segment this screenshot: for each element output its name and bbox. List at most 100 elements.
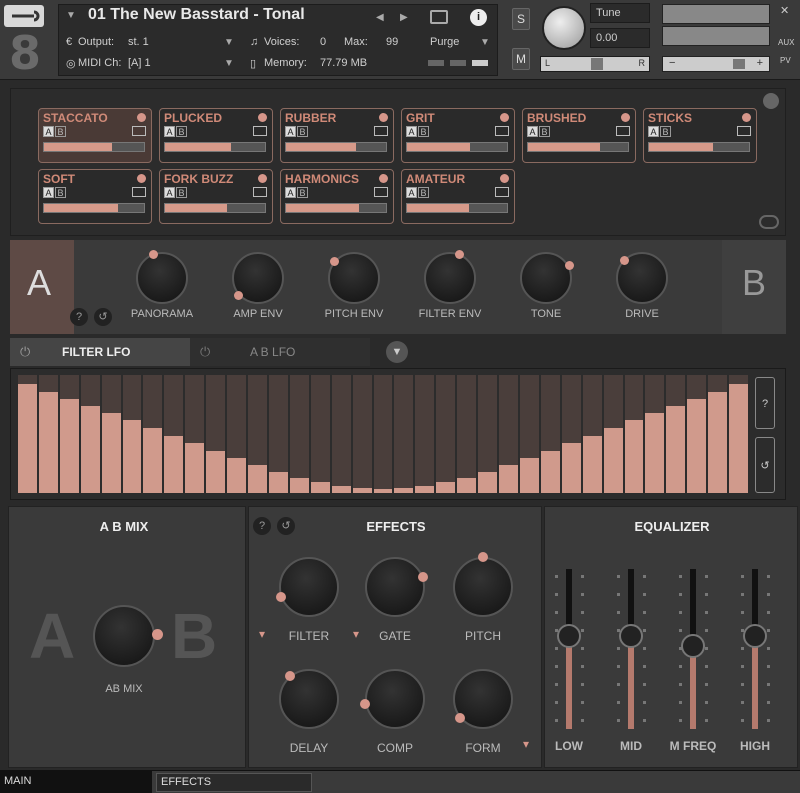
lfo-step-editor[interactable]: ? ↺ [10, 368, 786, 500]
eq-fader-low[interactable] [566, 569, 572, 729]
articulation-ab-selector[interactable]: AB [164, 187, 188, 198]
articulation-volume-slider[interactable] [43, 203, 145, 213]
power-icon[interactable]: ⏻ [20, 344, 30, 360]
solo-button[interactable]: S [512, 8, 530, 30]
tune-value-box[interactable]: 0.00 [590, 28, 650, 48]
layer-b-toggle[interactable]: B [418, 126, 429, 137]
articulation-volume-slider[interactable] [527, 142, 629, 152]
articulation-amateur[interactable]: AMATEUR A B [401, 169, 515, 224]
keyboard-icon[interactable] [495, 126, 509, 136]
eq-fader-handle[interactable] [557, 624, 581, 649]
articulation-harmonics[interactable]: HARMONICS A B [280, 169, 394, 224]
lfo-step[interactable] [666, 405, 686, 493]
eq-fader-mid[interactable] [628, 569, 634, 729]
volume-handle[interactable] [733, 59, 745, 69]
effects-knob-filter[interactable] [279, 557, 339, 617]
gear-icon[interactable] [763, 93, 779, 109]
aux-button[interactable]: AUX [778, 38, 794, 47]
layer-a-toggle[interactable]: A [527, 126, 538, 137]
lfo-step-track[interactable] [373, 375, 393, 493]
keyboard-icon[interactable] [374, 126, 388, 136]
chevron-down-icon[interactable]: ▾ [353, 627, 359, 641]
articulation-fork-buzz[interactable]: FORK BUZZ A B [159, 169, 273, 224]
lfo-step-track[interactable] [310, 375, 330, 493]
lfo-step[interactable] [624, 419, 644, 493]
lfo-step[interactable] [101, 412, 121, 493]
layer-a-toggle[interactable]: A [43, 126, 54, 137]
layer-a-toggle[interactable]: A [43, 187, 54, 198]
lfo-step[interactable] [331, 485, 351, 493]
knob-tone[interactable] [520, 252, 572, 304]
keyboard-icon[interactable] [737, 126, 751, 136]
layer-b-toggle[interactable]: B [539, 126, 550, 137]
tune-knob[interactable] [542, 6, 586, 50]
layer-b-toggle[interactable]: B [660, 126, 671, 137]
tab-ab-lfo[interactable]: ⏻ A B LFO [190, 338, 370, 366]
lfo-step[interactable] [38, 391, 58, 493]
articulation-volume-slider[interactable] [43, 142, 145, 152]
lfo-step[interactable] [499, 464, 518, 493]
effects-knob-gate[interactable] [365, 557, 425, 617]
keyboard-icon[interactable] [253, 187, 267, 197]
keyboard-icon[interactable] [253, 126, 267, 136]
effects-reset-icon[interactable]: ↺ [277, 517, 295, 535]
lfo-step[interactable] [289, 477, 309, 493]
effects-help-icon[interactable]: ? [253, 517, 271, 535]
pan-slider[interactable]: L R [540, 56, 650, 72]
lfo-step[interactable] [436, 482, 456, 493]
articulation-ab-selector[interactable]: AB [406, 126, 430, 137]
purge-button[interactable]: Purge [430, 36, 459, 48]
articulation-staccato[interactable]: STACCATO A B [38, 108, 152, 163]
articulation-volume-slider[interactable] [285, 203, 387, 213]
articulation-toggle[interactable] [137, 174, 146, 183]
purge-dropdown-icon[interactable]: ▼ [480, 37, 490, 48]
lfo-step[interactable] [729, 384, 748, 493]
lfo-step[interactable] [708, 391, 728, 493]
output-dropdown-icon[interactable]: ▼ [224, 37, 234, 48]
plus-icon[interactable]: + [757, 57, 763, 69]
lfo-step[interactable] [143, 428, 163, 493]
tab-filter-lfo[interactable]: ⏻ FILTER LFO [10, 338, 190, 366]
lfo-step[interactable] [687, 398, 707, 493]
instrument-title[interactable]: 01 The New Basstard - Tonal [88, 6, 305, 24]
chevron-down-icon[interactable]: ▾ [259, 627, 265, 641]
articulation-grit[interactable]: GRIT A B [401, 108, 515, 163]
articulation-toggle[interactable] [379, 174, 388, 183]
articulation-toggle[interactable] [258, 113, 267, 122]
articulation-toggle[interactable] [500, 174, 509, 183]
lfo-step[interactable] [603, 428, 623, 493]
layer-b-toggle[interactable]: B [176, 187, 187, 198]
chevron-down-icon[interactable]: ▼ [386, 341, 408, 363]
lfo-step[interactable] [268, 471, 288, 493]
lfo-step[interactable] [227, 457, 247, 493]
lfo-step[interactable] [457, 477, 477, 493]
articulation-ab-selector[interactable]: AB [648, 126, 672, 137]
layer-b-toggle[interactable]: B [176, 126, 187, 137]
midi-channel-value[interactable]: [A] 1 [128, 57, 151, 69]
prev-instrument-icon[interactable]: ◀ [376, 12, 384, 23]
layer-a-toggle[interactable]: A [164, 187, 175, 198]
eq-fader-handle[interactable] [619, 624, 643, 649]
articulation-toggle[interactable] [621, 113, 630, 122]
articulation-ab-selector[interactable]: AB [527, 126, 551, 137]
layer-b-toggle[interactable]: B [297, 126, 308, 137]
articulation-ab-selector[interactable]: AB [43, 126, 67, 137]
mute-button[interactable]: M [512, 48, 530, 70]
articulation-volume-slider[interactable] [648, 142, 750, 152]
layer-b-toggle[interactable]: B [55, 187, 66, 198]
output-value[interactable]: st. 1 [128, 36, 149, 48]
lfo-step[interactable] [540, 450, 560, 493]
lfo-steps[interactable] [17, 375, 749, 493]
layer-a-button[interactable]: A [10, 240, 74, 334]
lfo-step[interactable] [248, 464, 267, 493]
layer-b-toggle[interactable]: B [297, 187, 308, 198]
layer-a-toggle[interactable]: A [164, 126, 175, 137]
lfo-step[interactable] [582, 436, 602, 493]
lfo-step[interactable] [185, 443, 205, 493]
lfo-step[interactable] [122, 419, 142, 493]
articulation-toggle[interactable] [500, 113, 509, 122]
eq-fader-handle[interactable] [681, 633, 705, 658]
lfo-step-track[interactable] [352, 375, 372, 493]
layer-a-toggle[interactable]: A [406, 126, 417, 137]
lfo-step[interactable] [645, 412, 665, 493]
